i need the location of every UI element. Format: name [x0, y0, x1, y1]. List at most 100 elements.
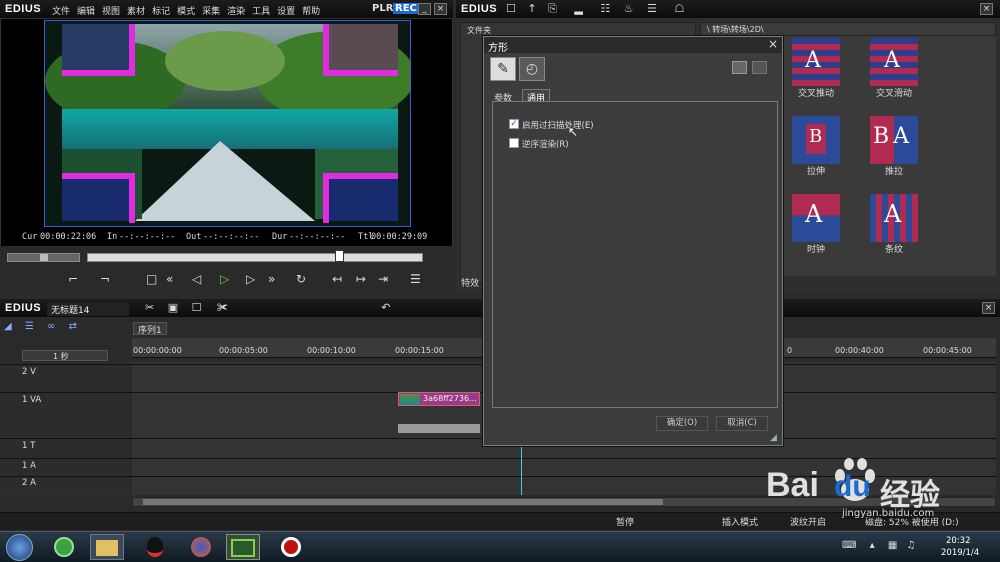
cancel-button[interactable]: 取消(C) — [716, 416, 768, 431]
taskbar-record-icon[interactable] — [274, 534, 308, 560]
insert-icon[interactable]: ↦ — [356, 272, 366, 286]
brush-icon[interactable]: ✎ — [490, 57, 516, 81]
network-icon[interactable]: ▦ — [888, 540, 897, 551]
menu-clip[interactable]: 素材 — [127, 7, 145, 17]
effect-thumb-letter: A — [884, 200, 902, 228]
seek-bar[interactable] — [87, 253, 423, 262]
timer-icon[interactable]: ◴ — [519, 57, 545, 81]
reverse-render-checkbox[interactable] — [509, 138, 519, 148]
reverse-render-label[interactable]: 逆序渲染(R) — [522, 138, 569, 150]
menu-settings[interactable]: 设置 — [277, 7, 295, 17]
export-icon[interactable]: ☰ — [410, 272, 421, 286]
taskbar-qq-icon[interactable] — [138, 534, 172, 560]
fast-forward-icon[interactable]: » — [268, 272, 275, 286]
menu-capture[interactable]: 采集 — [202, 7, 220, 17]
new-seq-icon[interactable]: ✂ — [145, 301, 154, 314]
sequence-tab[interactable]: 序列1 — [133, 322, 167, 336]
lock-icon[interactable]: ☖ — [675, 2, 685, 15]
link-mode-icon[interactable]: ∞ — [47, 321, 55, 332]
step-back-icon[interactable]: ◁ — [192, 272, 201, 286]
replace-icon[interactable]: ⇥ — [378, 272, 388, 286]
menu-marker[interactable]: 标记 — [152, 7, 170, 17]
watermark-brand2: du — [834, 470, 871, 503]
library-path: \ 转场\转场\2D\ — [700, 22, 996, 36]
menu-tools[interactable]: 工具 — [252, 7, 270, 17]
plr-button[interactable]: PLR — [372, 3, 393, 14]
taskbar-firefox-icon[interactable] — [184, 534, 218, 560]
taskbar-edius-icon[interactable] — [226, 534, 260, 560]
taskbar-360-icon[interactable] — [47, 534, 81, 560]
preview-image — [45, 21, 410, 226]
keyboard-icon[interactable]: ⌨ — [842, 540, 856, 551]
dialog-close-icon[interactable]: × — [768, 37, 778, 51]
scale-selector[interactable]: 1 秒 — [22, 350, 108, 361]
sync-mode-icon[interactable]: ⇄ — [69, 321, 77, 332]
tray-icons: ⌨ ▴ ▦ ♫ — [842, 540, 915, 551]
folder-icon[interactable]: ☐ — [506, 2, 516, 15]
view-icon[interactable]: ☰ — [647, 2, 657, 15]
mark-in-icon[interactable]: ⌐ — [68, 272, 78, 286]
track-name-1t: 1 T — [22, 441, 36, 451]
library-titlebar: EDIUS ☐ ↑ ⎘ ▂ ☷ ♨ ☰ ☖ × — [456, 0, 1000, 18]
stop-icon[interactable]: □ — [146, 272, 157, 286]
rec-button[interactable]: REC — [393, 3, 419, 14]
mark-out-icon[interactable]: ¬ — [100, 272, 110, 286]
preset-save-icon[interactable] — [732, 61, 747, 74]
step-forward-icon[interactable]: ▷ — [246, 272, 255, 286]
split-mode-icon[interactable]: ☰ — [25, 321, 34, 332]
rewind-icon[interactable]: « — [166, 272, 173, 286]
timeline-clip[interactable]: 3a68ff2736... — [398, 392, 480, 406]
arrow-up-icon[interactable]: ▴ — [870, 540, 875, 551]
menu-render[interactable]: 渲染 — [227, 7, 245, 17]
volume-icon[interactable]: ♫ — [906, 540, 915, 551]
effect-thumb-letter: B — [809, 126, 823, 147]
scroll-thumb[interactable] — [143, 499, 663, 505]
effects-icon[interactable]: ♨ — [624, 2, 634, 15]
layout-icon[interactable]: ▂ — [574, 2, 582, 15]
up-icon[interactable]: ↑ — [527, 2, 536, 15]
folder-label: 文件夹 — [467, 26, 491, 35]
overscan-label[interactable]: 启用过扫描处理(E) — [522, 119, 594, 131]
shuttle-slider[interactable] — [7, 253, 80, 262]
grid-icon[interactable]: ☷ — [600, 2, 610, 15]
open-icon[interactable]: ☐ — [192, 301, 202, 314]
effects-tab[interactable]: 特效 — [461, 276, 479, 289]
effect-label-push-pull: 推拉 — [884, 167, 903, 177]
overwrite-icon[interactable]: ↤ — [332, 272, 342, 286]
player-logo: EDIUS — [5, 3, 42, 15]
undo-icon[interactable]: ↶ — [381, 301, 390, 314]
save-icon[interactable]: ▣ — [168, 301, 178, 314]
out-timecode: --:--:--:-- — [203, 232, 260, 242]
menu-edit[interactable]: 编辑 — [77, 7, 95, 17]
preview-frame — [44, 20, 411, 227]
menu-help[interactable]: 帮助 — [302, 7, 320, 17]
preset-load-icon[interactable] — [752, 61, 767, 74]
menu-file[interactable]: 文件 — [52, 7, 70, 17]
player-minimize-button[interactable]: _ — [418, 3, 431, 15]
copy-icon[interactable]: ⎘ — [548, 2, 557, 15]
scale-text: 1 秒 — [53, 352, 69, 361]
play-icon[interactable]: ▷ — [220, 272, 229, 286]
track-mode-icon[interactable]: ◢ — [4, 321, 12, 332]
ruler-mark: 0 — [787, 346, 793, 355]
cut-icon[interactable]: ✀ — [217, 301, 228, 314]
player-close-button[interactable]: × — [434, 3, 447, 15]
timeline-mode-icons: ◢ ☰ ∞ ⇄ — [4, 321, 77, 332]
resize-grip-icon[interactable]: ◢ — [770, 433, 777, 443]
loop-icon[interactable]: ↻ — [296, 272, 306, 286]
seek-handle[interactable] — [335, 250, 344, 262]
start-button[interactable] — [6, 534, 33, 561]
clip-thumbnail — [400, 394, 420, 405]
shuttle-handle[interactable] — [40, 254, 48, 261]
effect-settings-dialog: 方形 × ✎ ◴ 参数 通用 ✓ 启用过扫描处理(E) 逆序渲染(R) ↖ 确定… — [483, 36, 783, 446]
effect-label-cross-slide: 交叉滑动 — [875, 89, 912, 99]
menu-mode[interactable]: 模式 — [177, 7, 195, 17]
overscan-checkbox[interactable]: ✓ — [509, 119, 519, 129]
ok-button[interactable]: 确定(O) — [656, 416, 708, 431]
library-close-button[interactable]: × — [980, 3, 993, 15]
dialog-titlebar: 方形 × — [484, 37, 782, 54]
taskbar-explorer-icon[interactable] — [90, 534, 124, 560]
timeline-close-button[interactable]: × — [982, 302, 995, 314]
playhead[interactable] — [521, 440, 522, 495]
menu-view[interactable]: 视图 — [102, 7, 120, 17]
